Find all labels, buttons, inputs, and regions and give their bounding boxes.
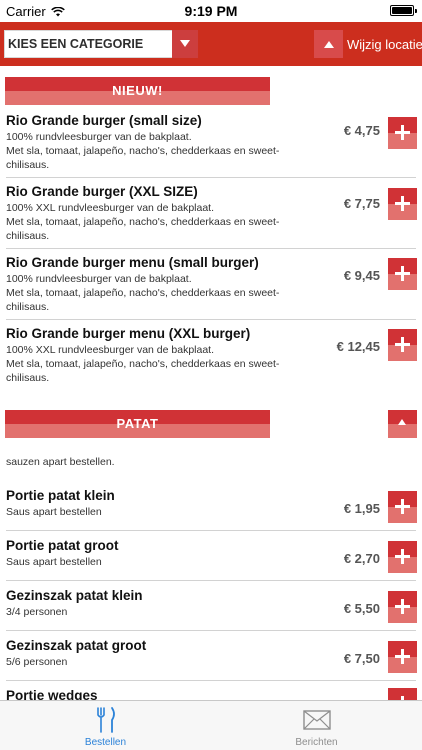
item-description: 5/6 personen bbox=[6, 656, 68, 668]
item-name: Rio Grande burger (XXL SIZE) bbox=[6, 184, 198, 199]
add-to-cart-button[interactable] bbox=[388, 591, 417, 623]
tab-bar: Bestellen Berichten bbox=[0, 700, 422, 750]
status-time: 9:19 PM bbox=[184, 3, 238, 19]
category-select[interactable]: KIES EEN CATEGORIE bbox=[4, 29, 198, 58]
add-to-cart-button[interactable] bbox=[388, 688, 417, 700]
menu-item[interactable]: Rio Grande burger (XXL SIZE) 100% XXL ru… bbox=[0, 184, 422, 248]
add-to-cart-button[interactable] bbox=[388, 329, 417, 361]
item-description: 100% rundvleesburger van de bakplaat. Me… bbox=[6, 131, 280, 171]
divider bbox=[6, 248, 416, 249]
item-price: € 2,70 bbox=[343, 551, 380, 566]
divider bbox=[6, 319, 416, 320]
item-name: Portie patat klein bbox=[6, 488, 115, 503]
section-title: NIEUW! bbox=[112, 83, 163, 98]
item-price: € 12,45 bbox=[336, 339, 380, 354]
item-price: € 5,50 bbox=[343, 601, 380, 616]
divider bbox=[6, 580, 416, 581]
item-price: € 1,95 bbox=[343, 501, 380, 516]
menu-item[interactable]: Portie patat klein Saus apart bestellen … bbox=[0, 488, 422, 530]
status-bar: Carrier 9:19 PM bbox=[0, 0, 422, 22]
item-description: 100% rundvleesburger van de bakplaat. Me… bbox=[6, 273, 280, 313]
menu-item[interactable]: Gezinszak patat groot 5/6 personen € 7,5… bbox=[0, 638, 422, 680]
item-description: Saus apart bestellen bbox=[6, 506, 102, 518]
item-price: € 7,50 bbox=[343, 651, 380, 666]
collapse-section-button[interactable] bbox=[388, 410, 417, 438]
menu-item[interactable]: Rio Grande burger menu (XXL burger) 100%… bbox=[0, 326, 422, 390]
item-price: € 4,75 bbox=[343, 123, 380, 138]
battery-icon bbox=[390, 5, 417, 16]
item-description: 100% XXL rundvleesburger van de bakplaat… bbox=[6, 344, 280, 384]
item-name: Rio Grande burger (small size) bbox=[6, 113, 202, 128]
item-name: Gezinszak patat klein bbox=[6, 588, 143, 603]
change-location-label: Wijzig locatie bbox=[347, 36, 422, 52]
divider bbox=[6, 530, 416, 531]
item-name: Portie wedges bbox=[6, 688, 98, 700]
section-header-nieuw[interactable]: NIEUW! bbox=[5, 77, 270, 105]
item-name: Portie patat groot bbox=[6, 538, 119, 553]
item-price: € 7,75 bbox=[343, 196, 380, 211]
tab-bestellen[interactable]: Bestellen bbox=[0, 701, 211, 750]
item-name: Rio Grande burger menu (XXL burger) bbox=[6, 326, 251, 341]
divider bbox=[6, 680, 416, 681]
chevron-up-icon bbox=[398, 419, 406, 425]
menu-item[interactable]: Portie wedges bbox=[0, 688, 422, 700]
section-header-patat[interactable]: PATAT bbox=[5, 410, 270, 438]
category-select-label: KIES EEN CATEGORIE bbox=[8, 37, 144, 51]
fork-knife-icon bbox=[94, 705, 118, 735]
divider bbox=[6, 177, 416, 178]
change-location-button[interactable]: Wijzig locatie bbox=[314, 30, 422, 58]
tab-label: Bestellen bbox=[84, 737, 127, 748]
item-name: Rio Grande burger menu (small burger) bbox=[6, 255, 259, 270]
chevron-up-icon bbox=[314, 30, 343, 58]
tab-label: Berichten bbox=[295, 737, 338, 748]
add-to-cart-button[interactable] bbox=[388, 258, 417, 290]
tab-berichten[interactable]: Berichten bbox=[211, 701, 422, 750]
item-description: 3/4 personen bbox=[6, 606, 68, 618]
add-to-cart-button[interactable] bbox=[388, 188, 417, 220]
menu-list[interactable]: NIEUW! Rio Grande burger (small size) 10… bbox=[0, 66, 422, 700]
menu-item[interactable]: Gezinszak patat klein 3/4 personen € 5,5… bbox=[0, 588, 422, 630]
add-to-cart-button[interactable] bbox=[388, 117, 417, 149]
envelope-icon bbox=[302, 705, 331, 735]
menu-item[interactable]: Rio Grande burger (small size) 100% rund… bbox=[0, 113, 422, 177]
add-to-cart-button[interactable] bbox=[388, 541, 417, 573]
section-note: sauzen apart bestellen. bbox=[6, 456, 115, 468]
header-bar: KIES EEN CATEGORIE Wijzig locatie bbox=[0, 22, 422, 66]
divider bbox=[6, 630, 416, 631]
section-title: PATAT bbox=[116, 416, 159, 431]
item-description: 100% XXL rundvleesburger van de bakplaat… bbox=[6, 202, 280, 242]
item-price: € 9,45 bbox=[343, 268, 380, 283]
menu-item[interactable]: Rio Grande burger menu (small burger) 10… bbox=[0, 255, 422, 319]
item-name: Gezinszak patat groot bbox=[6, 638, 147, 653]
menu-item[interactable]: Portie patat groot Saus apart bestellen … bbox=[0, 538, 422, 580]
item-description: Saus apart bestellen bbox=[6, 556, 102, 568]
chevron-down-icon[interactable] bbox=[172, 29, 198, 58]
add-to-cart-button[interactable] bbox=[388, 641, 417, 673]
add-to-cart-button[interactable] bbox=[388, 491, 417, 523]
